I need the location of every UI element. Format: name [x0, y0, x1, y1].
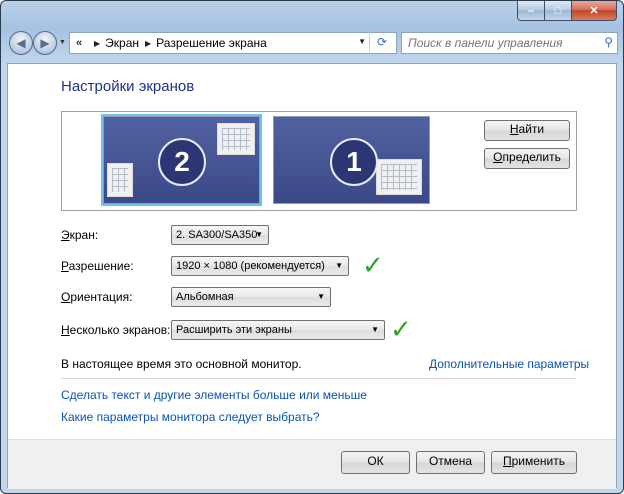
window-thumbnail-icon — [217, 123, 255, 155]
page-title: Настройки экранов — [61, 78, 195, 95]
multiple-displays-select[interactable]: Расширить эти экраны ▼ — [171, 320, 385, 340]
dialog-footer: ОК Отмена Применить — [8, 439, 616, 489]
thumbnail-grid-icon — [112, 168, 128, 192]
checkmark-icon: ✓ — [390, 315, 412, 345]
resolution-select[interactable]: 1920 × 1080 (рекомендуется) ▼ — [171, 256, 349, 276]
orientation-row: Ориентация: Альбомная ▼ — [61, 286, 331, 308]
thumbnail-grid-icon — [381, 164, 417, 190]
chevron-down-icon: ▼ — [371, 325, 379, 334]
advanced-settings-link[interactable]: Дополнительные параметры — [429, 357, 589, 371]
close-button[interactable]: ✕ — [572, 1, 617, 21]
breadcrumb-item-screen[interactable]: Экран — [105, 36, 139, 50]
resolution-label: Разрешение: — [61, 259, 134, 273]
search-box[interactable]: ⚲ — [401, 32, 618, 54]
monitor-2[interactable]: 2 — [103, 116, 260, 204]
chevron-down-icon: ▼ — [335, 261, 343, 270]
window-thumbnail-icon — [376, 159, 422, 195]
monitor-number-badge: 1 — [330, 138, 378, 186]
back-arrow-icon[interactable]: ◀ — [9, 31, 33, 55]
search-icon[interactable]: ⚲ — [604, 35, 613, 49]
chevron-down-icon: ▼ — [255, 230, 263, 239]
address-bar[interactable]: « ▶ Экран ▶ Разрешение экрана ▼ — [69, 32, 397, 54]
minimize-button[interactable]: ‒ — [517, 1, 545, 21]
resolution-row: Разрешение: 1920 × 1080 (рекомендуется) … — [61, 255, 349, 277]
recent-pages-dropdown-icon[interactable]: ▼ — [59, 39, 67, 46]
control-panel-window: ‒ □ ✕ ◀ ▶ ▼ « ▶ Экран ▶ Разрешение экран… — [0, 0, 624, 494]
search-input[interactable] — [406, 33, 590, 53]
main-content: Настройки экранов 2 1 Найти Определить Э… — [7, 63, 617, 489]
forward-arrow-icon[interactable]: ▶ — [33, 31, 57, 55]
apply-button[interactable]: Применить — [491, 451, 577, 474]
breadcrumb-item-resolution[interactable]: Разрешение экрана — [156, 36, 267, 50]
navigation-bar: ◀ ▶ ▼ « ▶ Экран ▶ Разрешение экрана ▼ ⟳ … — [7, 29, 618, 57]
primary-monitor-status: В настоящее время это основной монитор. — [61, 357, 302, 371]
multiple-displays-row: Несколько экранов: Расширить эти экраны … — [61, 319, 385, 341]
breadcrumb-separator-icon[interactable]: ▶ — [94, 39, 100, 48]
window-thumbnail-icon — [107, 163, 133, 197]
breadcrumb-separator-icon[interactable]: ▶ — [145, 39, 151, 48]
monitor-help-link[interactable]: Какие параметры монитора следует выбрать… — [61, 410, 320, 424]
monitor-1[interactable]: 1 — [273, 116, 430, 204]
display-select[interactable]: 2. SA300/SA350 ▼ — [171, 225, 269, 245]
orientation-select[interactable]: Альбомная ▼ — [171, 287, 331, 307]
maximize-button[interactable]: □ — [545, 1, 572, 21]
thumbnail-grid-icon — [222, 128, 250, 150]
chevron-down-icon: ▼ — [317, 292, 325, 301]
divider — [61, 378, 576, 379]
ok-button[interactable]: ОК — [341, 451, 410, 474]
address-overflow-icon[interactable]: « — [70, 37, 88, 49]
checkmark-icon: ✓ — [362, 251, 384, 281]
find-button[interactable]: Найти — [484, 120, 570, 141]
display-row: Экран: 2. SA300/SA350 ▼ — [61, 224, 269, 246]
cancel-button[interactable]: Отмена — [416, 451, 485, 474]
refresh-icon[interactable]: ⟳ — [369, 32, 394, 52]
monitor-number-badge: 2 — [158, 138, 206, 186]
text-size-link[interactable]: Сделать текст и другие элементы больше и… — [61, 388, 367, 402]
multiple-displays-label: Несколько экранов: — [61, 323, 171, 337]
address-dropdown-icon[interactable]: ▼ — [358, 37, 366, 46]
orientation-label: Ориентация: — [61, 290, 133, 304]
display-label: Экран: — [61, 228, 99, 242]
monitor-arrangement-panel: 2 1 Найти Определить — [61, 111, 577, 211]
identify-button[interactable]: Определить — [484, 148, 570, 169]
window-caption-buttons: ‒ □ ✕ — [517, 1, 617, 21]
